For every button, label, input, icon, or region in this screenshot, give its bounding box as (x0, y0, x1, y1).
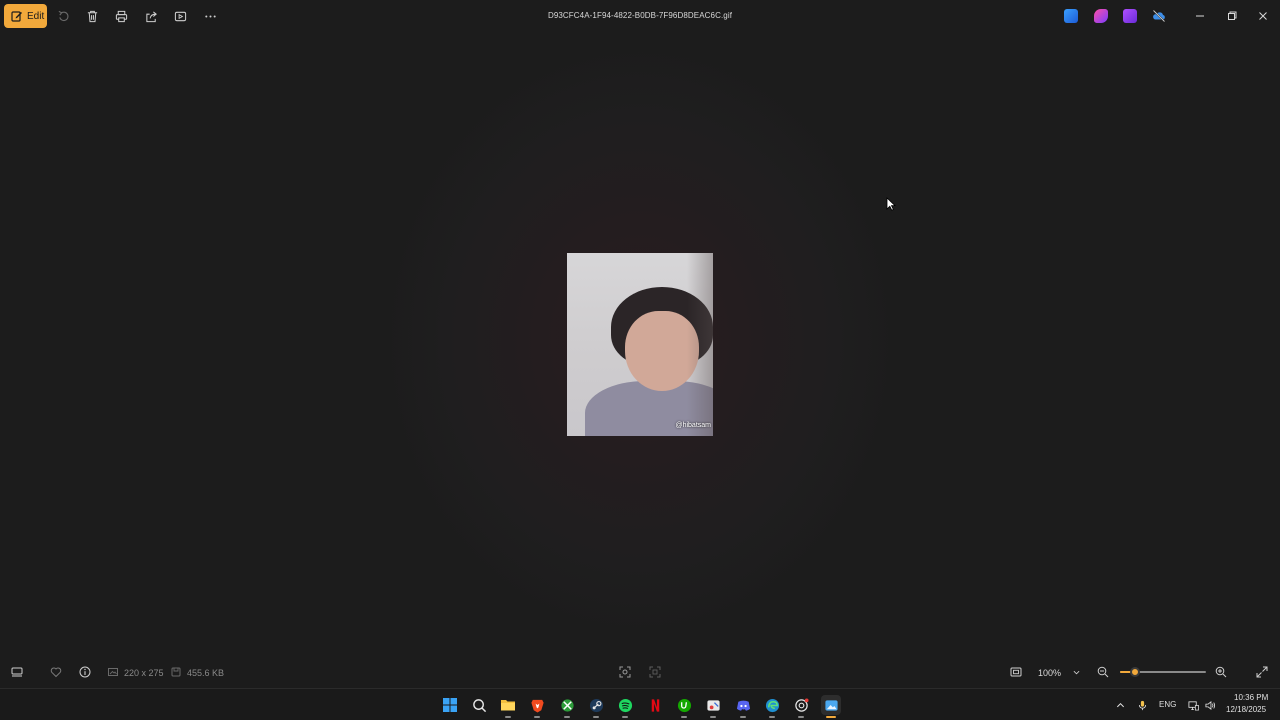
mouse-cursor-icon (886, 197, 896, 211)
photos-icon[interactable] (821, 695, 841, 718)
fit-to-window-icon[interactable] (1009, 665, 1023, 679)
brave-icon[interactable] (527, 695, 547, 718)
onedrive-icon[interactable] (1152, 9, 1166, 23)
top-toolbar: Edit D93CFC4A-1F94-4822-B0DB-7F96D8DEAC6… (0, 0, 1280, 32)
image-watermark: @hibatsam (675, 422, 711, 429)
spotify-icon[interactable] (615, 695, 635, 718)
favorite-icon[interactable] (49, 665, 63, 679)
zoom-in-icon[interactable] (1214, 665, 1228, 679)
zoom-out-icon[interactable] (1096, 665, 1110, 679)
edit-button-label: Edit (27, 10, 45, 22)
windows-taskbar: ENG 10:36 PM 12/18/2025 (0, 688, 1280, 720)
rotate-icon[interactable] (55, 8, 71, 24)
restore-icon[interactable] (1224, 8, 1240, 24)
steam-icon[interactable] (586, 695, 606, 718)
zoom-level: 100% (1038, 667, 1062, 678)
edit-icon (11, 11, 22, 22)
image-shadow (687, 253, 713, 436)
designer-icon[interactable] (1064, 9, 1078, 23)
clock-time[interactable]: 10:36 PM (1234, 693, 1268, 702)
zoom-slider-thumb[interactable] (1129, 667, 1140, 677)
microphone-icon[interactable] (1133, 696, 1151, 714)
filmstrip-icon[interactable] (10, 665, 24, 679)
file-explorer-icon[interactable] (498, 695, 518, 718)
fullscreen-icon[interactable] (1255, 665, 1269, 679)
clipchamp-icon[interactable] (1094, 9, 1108, 23)
input-language[interactable]: ENG (1159, 700, 1176, 709)
search-icon[interactable] (469, 695, 489, 715)
video-editor-icon[interactable] (1123, 9, 1137, 23)
more-icon[interactable] (202, 8, 218, 24)
info-icon[interactable] (78, 665, 92, 679)
print-icon[interactable] (113, 8, 129, 24)
snipping-tool-icon[interactable] (703, 695, 723, 718)
zoom-level-dropdown[interactable]: 100% (1030, 664, 1086, 681)
start-icon[interactable] (440, 695, 460, 715)
file-size-icon (169, 665, 183, 679)
photos-app-window: Edit D93CFC4A-1F94-4822-B0DB-7F96D8DEAC6… (0, 0, 1280, 688)
crop-icon[interactable] (648, 665, 662, 679)
share-icon[interactable] (143, 8, 159, 24)
dimensions-icon (106, 665, 120, 679)
edit-button[interactable]: Edit (4, 4, 47, 28)
chevron-up-icon[interactable] (1111, 696, 1129, 714)
discord-icon[interactable] (733, 695, 753, 718)
slideshow-icon[interactable] (172, 8, 188, 24)
delete-icon[interactable] (84, 8, 100, 24)
network-icon[interactable] (1184, 696, 1202, 714)
visual-search-icon[interactable] (618, 665, 632, 679)
xbox-icon[interactable] (557, 695, 577, 718)
minimize-icon[interactable] (1192, 8, 1208, 24)
edge-icon[interactable] (762, 695, 782, 718)
clock-date[interactable]: 12/18/2025 (1226, 705, 1266, 714)
chevron-down-icon (1073, 670, 1080, 675)
chatgpt-icon[interactable] (791, 695, 811, 718)
volume-icon[interactable] (1201, 696, 1219, 714)
upwork-icon[interactable] (674, 695, 694, 718)
window-title: D93CFC4A-1F94-4822-B0DB-7F96D8DEAC6C.gif (547, 11, 733, 20)
netflix-icon[interactable] (645, 695, 665, 715)
image-dimensions: 220 x 275 (124, 668, 164, 678)
displayed-image[interactable]: @hibatsam (567, 253, 713, 436)
file-size: 455.6 KB (187, 668, 225, 678)
close-icon[interactable] (1255, 8, 1271, 24)
status-bar: 220 x 275 455.6 KB 100% (0, 656, 1280, 688)
